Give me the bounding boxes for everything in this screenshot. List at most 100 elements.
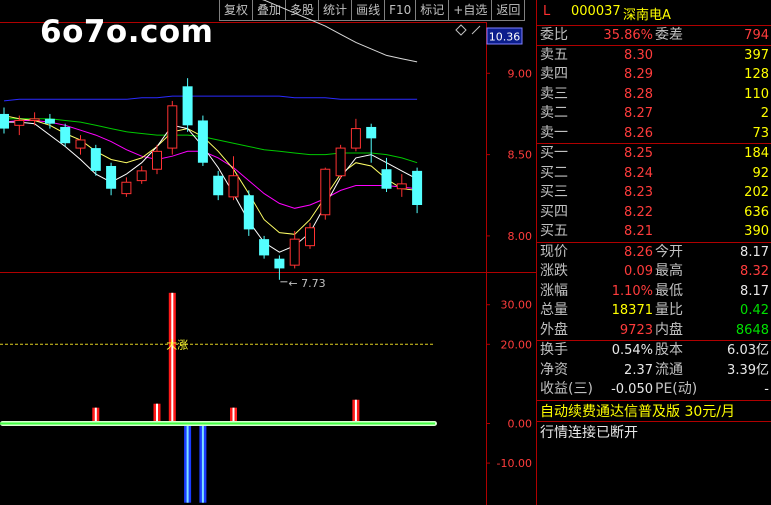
bid-label: 买三 (540, 184, 568, 200)
bid-price: 8.23 (624, 185, 653, 200)
candlestick (243, 190, 254, 236)
stat-value-2: 8648 (735, 322, 769, 338)
bid-volume: 636 (744, 204, 769, 220)
ask-row: 卖二 8.27 2 (537, 104, 771, 124)
candlestick (381, 157, 392, 192)
indicator-bar (184, 423, 192, 503)
ask-price: 8.28 (624, 86, 653, 102)
stat-value-2: 8.17 (740, 283, 769, 299)
bid-row: 买五 8.21 390 (537, 222, 771, 242)
ask-volume: 397 (744, 47, 769, 63)
ask-label: 卖二 (540, 105, 568, 121)
indicator-bar (352, 399, 360, 424)
diamond-icon[interactable] (455, 24, 467, 36)
fundamental-label: 换手 (540, 342, 568, 358)
indicator-bar (153, 403, 161, 424)
fundamental-value-2: 3.39亿 (727, 362, 769, 378)
ask-levels: 卖五 8.30 397 卖四 8.29 128 卖三 8.28 110 卖二 8.27 2 卖一 8.26… (537, 46, 771, 144)
stat-value: 9723 (619, 322, 653, 338)
order-diff-value: 794 (744, 28, 769, 43)
ask-label: 卖三 (540, 85, 568, 102)
bid-row: 买三 8.23 202 (537, 183, 771, 203)
bid-volume: 202 (744, 185, 769, 200)
bid-label: 买四 (540, 203, 568, 220)
stat-label: 现价 (540, 243, 568, 260)
stock-name[interactable]: 深南电A (623, 4, 671, 23)
bid-label: 买二 (540, 164, 568, 181)
order-diff-label: 委差 (655, 27, 683, 43)
bid-row: 买一 8.25 184 (537, 144, 771, 164)
fundamental-label-2: 流通 (655, 361, 683, 378)
ask-price: 8.26 (624, 125, 653, 141)
zero-baseline (0, 421, 437, 426)
stat-row: 涨幅 1.10% 最低 8.17 (537, 282, 771, 302)
fundamental-row: 换手 0.54% 股本 6.03亿 (537, 341, 771, 361)
price-tick-label: 9.00 (508, 67, 533, 80)
subscription-ad[interactable]: 自动续费通达信普及版 30元/月 (537, 399, 771, 422)
indicator-tick-label: 0.00 (508, 418, 533, 431)
bid-levels: 买一 8.25 184 买二 8.24 92 买三 8.23 202 买四 8.22 636 买五 8.2… (537, 144, 771, 243)
stock-code[interactable]: 000037 (571, 4, 621, 19)
fundamental-value-2: - (764, 382, 769, 397)
bid-row: 买二 8.24 92 (537, 164, 771, 184)
stat-value: 8.26 (624, 244, 653, 260)
resize-icon[interactable] (471, 25, 481, 35)
fundamental-label: 净资 (540, 361, 568, 378)
candlestick (182, 78, 193, 132)
watermark-logo: 6o7o.com (40, 14, 214, 50)
moving-average-line (3, 95, 418, 102)
stat-label-2: 最低 (655, 282, 683, 299)
stat-row: 现价 8.26 今开 8.17 (537, 243, 771, 263)
candlestick (320, 167, 331, 220)
bid-label: 买一 (540, 145, 568, 161)
bid-volume: 390 (744, 224, 769, 239)
ask-label: 卖五 (540, 46, 568, 63)
ask-label: 卖四 (540, 66, 568, 82)
fundamental-label-2: 股本 (655, 342, 683, 358)
fundamental-value: 2.37 (624, 362, 653, 378)
indicator-tick-label: 30.00 (501, 299, 533, 312)
candlestick (335, 144, 346, 179)
bid-price: 8.25 (624, 146, 653, 161)
candlestick (44, 113, 55, 129)
stat-value-2: 8.17 (740, 244, 769, 260)
fundamental-value-2: 6.03亿 (727, 343, 769, 358)
candlestick (106, 162, 117, 196)
current-price-box: 10.36 (486, 27, 523, 45)
quote-mark: L (543, 4, 551, 19)
kline-chart-area[interactable]: ← 7.73 大涨 10.3610.009.509.008.508.0030.0… (0, 0, 536, 505)
stat-value: 1.10% (611, 283, 653, 299)
ask-row: 卖一 8.26 73 (537, 124, 771, 144)
stat-value: 18371 (611, 303, 653, 318)
fundamental-row: 净资 2.37 流通 3.39亿 (537, 361, 771, 381)
stat-value: 0.09 (624, 264, 653, 279)
ask-volume: 2 (760, 106, 769, 121)
stat-value-2: 8.32 (740, 264, 769, 279)
bid-price: 8.21 (624, 224, 653, 239)
price-tick-label: 8.00 (508, 230, 533, 243)
stat-label: 总量 (540, 302, 568, 318)
ask-label: 卖一 (540, 124, 568, 141)
fundamental-label: 收益(三) (540, 381, 593, 397)
candlestick (0, 107, 9, 134)
order-ratio-label: 委比 (540, 27, 568, 43)
indicator-tick-label: -10.00 (497, 457, 532, 470)
fundamental-value: -0.050 (611, 382, 653, 397)
price-tick-label: 8.50 (508, 149, 533, 162)
bid-volume: 92 (752, 165, 769, 181)
bid-volume: 184 (744, 146, 769, 161)
order-ratio-value: 35.86% (603, 28, 653, 43)
candlestick (228, 156, 239, 201)
fundamental-row: 收益(三) -0.050 PE(动) - (537, 380, 771, 400)
ask-price: 8.27 (624, 106, 653, 121)
candlestick (412, 167, 423, 214)
current-price-label: 10.36 (489, 31, 521, 44)
ask-price: 8.30 (624, 47, 653, 63)
fundamental-label-2: PE(动) (655, 381, 698, 397)
quote-header: L 000037 深南电A (537, 0, 771, 26)
stat-label-2: 最高 (655, 263, 683, 279)
signal-label: 大涨 (166, 337, 188, 351)
connection-status: 行情连接已断开 (540, 424, 638, 441)
ask-price: 8.29 (624, 67, 653, 82)
ask-volume: 110 (744, 86, 769, 102)
